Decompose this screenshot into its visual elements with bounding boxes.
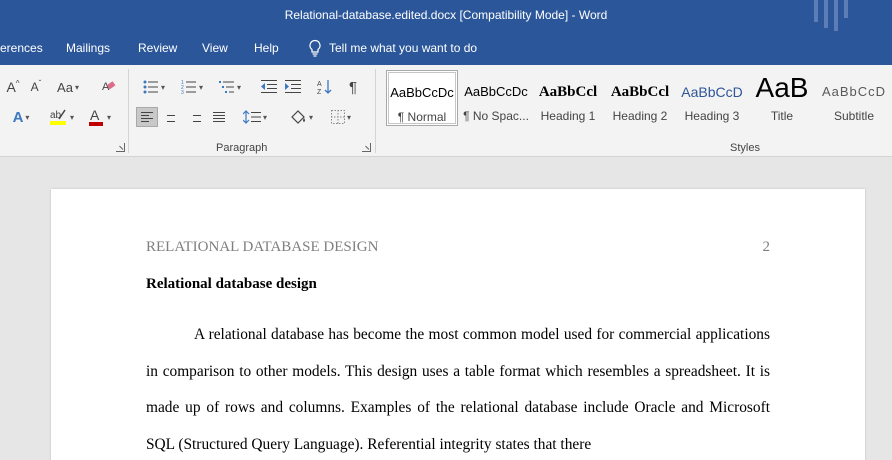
align-center-button[interactable] <box>160 107 182 127</box>
paragraph-dialog-launcher[interactable] <box>362 143 371 152</box>
page-number: 2 <box>762 239 771 255</box>
justify-button[interactable] <box>208 107 230 127</box>
svg-text:Z: Z <box>317 89 322 95</box>
style-no-spacing[interactable]: AaBbCcDc ¶ No Spac... <box>460 70 532 126</box>
tell-me-label: Tell me what you want to do <box>329 41 478 55</box>
sort-button[interactable]: AZ <box>314 77 336 97</box>
justify-icon <box>213 112 225 122</box>
document-page[interactable]: RELATIONAL DATABASE DESIGN 2 Relational … <box>51 189 865 460</box>
style-title[interactable]: AaB Title <box>746 70 818 126</box>
tab-review[interactable]: Review <box>138 41 177 55</box>
font-color-button[interactable]: A ▾ <box>82 105 116 129</box>
tab-references[interactable]: erences <box>0 41 43 55</box>
change-case-button[interactable]: Aa ▾ <box>54 77 82 97</box>
sort-icon: AZ <box>317 80 332 95</box>
document-heading: Relational database design <box>146 276 317 292</box>
text-highlight-button[interactable]: ab ▾ <box>42 105 80 129</box>
increase-indent-icon <box>285 80 301 93</box>
shrink-font-button[interactable]: Aˇ <box>26 77 46 97</box>
paint-bucket-icon <box>291 110 305 124</box>
line-spacing-icon <box>242 110 261 124</box>
body-paragraph: A relational database has become the mos… <box>146 326 770 454</box>
numbering-button[interactable]: 1 2 3 ▾ <box>176 77 208 97</box>
numbering-icon: 1 2 3 <box>181 80 196 94</box>
bullets-button[interactable]: ▾ <box>138 77 170 97</box>
tab-mailings[interactable]: Mailings <box>66 41 110 55</box>
font-dialog-launcher[interactable] <box>116 143 125 152</box>
lightbulb-icon <box>309 39 321 57</box>
text-effects-button[interactable]: A ▾ <box>4 107 38 127</box>
decrease-indent-icon <box>261 80 277 93</box>
group-separator <box>128 69 129 153</box>
borders-button[interactable]: ▾ <box>324 107 358 127</box>
styles-group-label: Styles <box>730 142 760 154</box>
decrease-indent-button[interactable] <box>258 77 280 97</box>
clear-formatting-button[interactable]: A <box>98 75 120 97</box>
svg-text:ab: ab <box>50 110 62 121</box>
highlighter-icon: ab <box>49 109 66 125</box>
increase-indent-button[interactable] <box>282 77 304 97</box>
font-color-icon: A <box>88 107 103 126</box>
align-center-icon <box>165 112 177 122</box>
style-subtitle[interactable]: AaBbCcD Subtitle <box>818 70 890 126</box>
multilevel-list-icon <box>218 81 234 93</box>
align-left-icon <box>141 112 153 122</box>
bullets-icon <box>143 80 158 94</box>
svg-text:A: A <box>90 107 100 123</box>
align-left-button[interactable] <box>136 107 158 127</box>
style-normal[interactable]: AaBbCcDc ¶ Normal <box>386 70 458 126</box>
eraser-icon: A <box>102 81 116 93</box>
title-bar-decoration <box>814 0 864 31</box>
multilevel-list-button[interactable]: ▾ <box>214 77 246 97</box>
tell-me-search[interactable]: Tell me what you want to do <box>307 39 477 57</box>
align-right-icon <box>189 112 201 122</box>
align-right-button[interactable] <box>184 107 206 127</box>
style-heading-2[interactable]: AaBbCcl Heading 2 <box>604 70 676 126</box>
ribbon: A ^ Aˇ Aa ▾ A A ▾ ab ▾ A ▾ ▾ 1 2 3 ▾ ▾ A… <box>0 65 892 157</box>
group-separator <box>375 69 376 153</box>
grow-font-button[interactable]: A ^ <box>2 77 24 97</box>
shading-button[interactable]: ▾ <box>284 105 318 129</box>
window-title: Relational-database.edited.docx [Compati… <box>284 8 608 22</box>
line-spacing-button[interactable]: ▾ <box>238 107 272 127</box>
borders-icon <box>330 110 345 124</box>
running-header: RELATIONAL DATABASE DESIGN <box>146 239 379 255</box>
tab-view[interactable]: View <box>202 41 228 55</box>
styles-gallery: AaBbCcDc ¶ Normal AaBbCcDc ¶ No Spac... … <box>384 70 892 130</box>
title-bar: Relational-database.edited.docx [Compati… <box>0 0 892 31</box>
svg-text:3: 3 <box>181 90 184 94</box>
show-formatting-marks-button[interactable]: ¶ <box>342 77 364 97</box>
tab-help[interactable]: Help <box>254 41 279 55</box>
style-heading-1[interactable]: AaBbCcl Heading 1 <box>532 70 604 126</box>
paragraph-group-label: Paragraph <box>216 142 268 154</box>
pilcrow-icon: ¶ <box>348 78 358 96</box>
ribbon-tabs: erences Mailings Review View Help Tell m… <box>0 31 892 65</box>
style-heading-3[interactable]: AaBbCcD Heading 3 <box>676 70 748 126</box>
svg-text:A: A <box>317 81 322 88</box>
